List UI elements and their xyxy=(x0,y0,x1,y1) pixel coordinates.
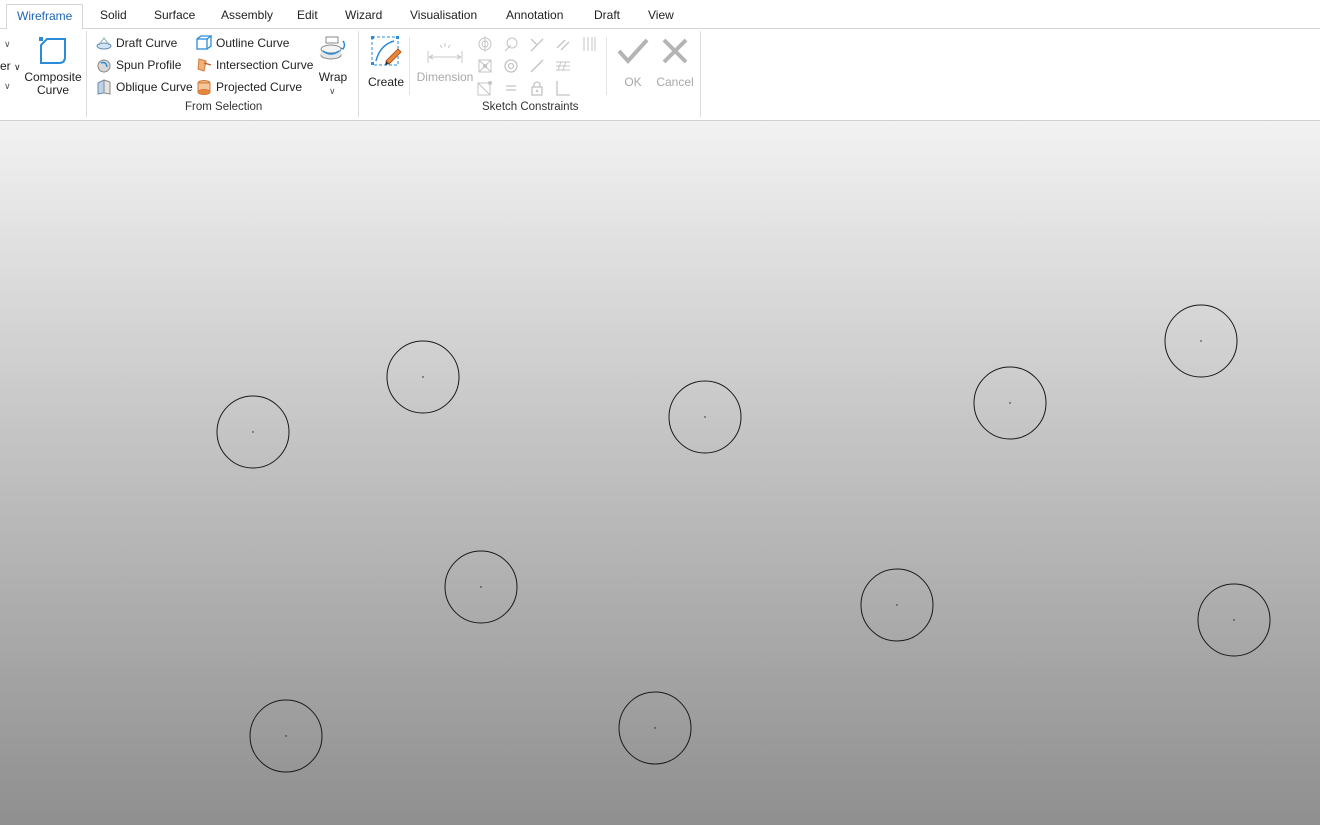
sketch-circle[interactable] xyxy=(618,691,692,765)
collinear-icon[interactable] xyxy=(529,58,545,74)
draft-curve-label: Draft Curve xyxy=(116,36,178,50)
wrap-button[interactable]: Wrap ∨ xyxy=(316,34,350,98)
tab-edit[interactable]: Edit xyxy=(297,0,318,28)
ok-button[interactable]: OK xyxy=(614,34,652,89)
cancel-label: Cancel xyxy=(656,75,694,89)
ok-label: OK xyxy=(624,75,642,89)
intersection-curve-label: Intersection Curve xyxy=(216,58,314,72)
projected-curve-button[interactable]: Projected Curve xyxy=(196,78,302,96)
checkmark-icon xyxy=(617,38,649,64)
group-separator xyxy=(700,31,701,117)
horizontal-icon[interactable] xyxy=(555,80,571,96)
fix-point-icon[interactable] xyxy=(477,58,493,74)
create-label: Create xyxy=(367,75,405,89)
chevron-down-icon: ∨ xyxy=(14,62,21,72)
close-icon xyxy=(662,38,688,64)
horizontal-distance-icon[interactable] xyxy=(581,36,597,52)
sketch-circle[interactable] xyxy=(1197,583,1271,657)
spun-profile-button[interactable]: Spun Profile xyxy=(96,56,181,74)
clipped-label: er xyxy=(0,59,11,73)
spun-profile-icon xyxy=(97,59,111,73)
symmetric-icon[interactable] xyxy=(555,58,571,74)
dimension-icon xyxy=(427,43,463,63)
concentric-point-icon[interactable] xyxy=(477,36,493,52)
oblique-curve-icon xyxy=(97,79,111,95)
composite-curve-button[interactable]: Composite Curve xyxy=(24,34,82,100)
sketch-circle[interactable] xyxy=(249,699,323,773)
tab-wizard[interactable]: Wizard xyxy=(345,0,382,28)
concentric-icon[interactable] xyxy=(503,58,519,74)
draft-curve-button[interactable]: Draft Curve xyxy=(96,34,177,52)
tab-surface[interactable]: Surface xyxy=(154,0,195,28)
composite-curve-label-1: Composite xyxy=(24,70,82,84)
graphics-viewport[interactable] xyxy=(0,121,1320,825)
sketch-circle[interactable] xyxy=(444,550,518,624)
dimension-button[interactable]: Dimension xyxy=(416,39,474,89)
projected-curve-icon xyxy=(197,80,211,95)
tab-draft[interactable]: Draft xyxy=(594,0,620,28)
create-button[interactable]: Create xyxy=(366,34,406,89)
wrap-label: Wrap xyxy=(318,70,348,84)
tab-wireframe[interactable]: Wireframe xyxy=(6,4,84,30)
perpendicular-icon[interactable] xyxy=(529,36,545,52)
outline-curve-icon xyxy=(196,35,212,50)
chevron-down-icon: ∨ xyxy=(4,81,11,91)
composite-curve-label-2: Curve xyxy=(36,83,69,97)
outline-curve-label: Outline Curve xyxy=(216,36,290,50)
chevron-down-icon: ∨ xyxy=(329,86,336,96)
cancel-button[interactable]: Cancel xyxy=(655,34,695,89)
equal-icon[interactable] xyxy=(503,80,519,96)
intersection-curve-button[interactable]: Intersection Curve xyxy=(196,56,313,74)
draft-curve-icon xyxy=(96,37,112,50)
outline-curve-button[interactable]: Outline Curve xyxy=(196,34,289,52)
dimension-label: Dimension xyxy=(416,70,474,84)
chevron-down-icon: ∨ xyxy=(4,39,11,49)
tab-visualisation[interactable]: Visualisation xyxy=(410,0,477,28)
sketch-create-icon xyxy=(371,36,402,66)
sketch-circle[interactable] xyxy=(1164,304,1238,378)
sketch-circle[interactable] xyxy=(216,395,290,469)
tangent-icon[interactable] xyxy=(503,36,519,52)
projected-curve-label: Projected Curve xyxy=(216,80,303,94)
ribbon-panel: er ∨ ∨ ∨ Composite Curve Draft Curve Spu… xyxy=(0,29,1320,121)
sketch-circle[interactable] xyxy=(973,366,1047,440)
clipped-dropdown[interactable]: er ∨ xyxy=(0,59,21,73)
tab-assembly[interactable]: Assembly xyxy=(221,0,273,28)
spun-profile-label: Spun Profile xyxy=(116,58,182,72)
sketch-canvas[interactable] xyxy=(0,121,1320,825)
coincident-icon[interactable] xyxy=(477,80,493,96)
sketch-circle[interactable] xyxy=(860,568,934,642)
composite-curve-icon xyxy=(39,37,66,64)
group-separator xyxy=(409,37,410,95)
tab-solid[interactable]: Solid xyxy=(100,0,127,28)
oblique-curve-button[interactable]: Oblique Curve xyxy=(96,78,193,96)
sketch-circle[interactable] xyxy=(668,380,742,454)
group-label-from-selection: From Selection xyxy=(185,101,263,113)
tab-annotation[interactable]: Annotation xyxy=(506,0,563,28)
group-separator xyxy=(358,31,359,117)
sketch-circle[interactable] xyxy=(386,340,460,414)
ribbon-tab-bar: Wireframe Solid Surface Assembly Edit Wi… xyxy=(0,0,1320,30)
group-separator xyxy=(86,31,87,117)
tab-view[interactable]: View xyxy=(648,0,674,28)
intersection-curve-icon xyxy=(197,58,212,72)
parallel-icon[interactable] xyxy=(555,36,571,52)
group-label-sketch-constraints: Sketch Constraints xyxy=(482,101,579,113)
wrap-icon xyxy=(320,36,346,60)
oblique-curve-label: Oblique Curve xyxy=(116,80,193,94)
lock-icon[interactable] xyxy=(529,80,545,96)
group-separator xyxy=(606,37,607,95)
